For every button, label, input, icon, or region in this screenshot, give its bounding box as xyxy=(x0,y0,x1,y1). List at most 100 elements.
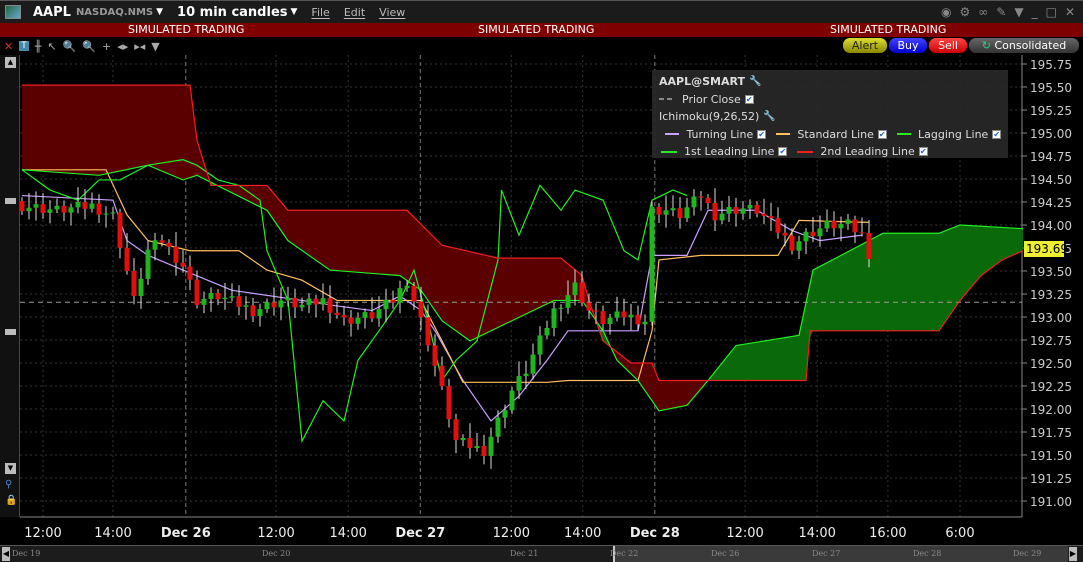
turning-line-checkbox[interactable]: ✔ xyxy=(757,129,766,139)
expand-icon[interactable]: ◂▸ xyxy=(117,40,128,53)
cloud-segment xyxy=(813,268,817,331)
compress-icon[interactable]: ▸◂ xyxy=(134,40,145,53)
cloud-segment xyxy=(32,85,36,171)
vertical-scrollbar[interactable]: ▲ ▼ ⚲ 🔒 xyxy=(0,55,20,517)
consolidated-button[interactable]: ↻ Consolidated xyxy=(969,38,1079,53)
scroll-up-icon[interactable]: ▲ xyxy=(5,57,16,68)
scroll-thumb[interactable] xyxy=(5,198,16,204)
candle-body xyxy=(453,419,459,441)
minimize-icon[interactable]: _ xyxy=(1032,5,1038,19)
candle-body xyxy=(19,201,25,212)
menu-file[interactable]: File xyxy=(311,6,329,19)
buy-button[interactable]: Buy xyxy=(889,38,927,53)
y-tick-label: 193.25 xyxy=(1030,288,1072,302)
text-tool-icon[interactable]: T xyxy=(19,41,29,51)
leading1-checkbox[interactable]: ✔ xyxy=(778,147,788,157)
search-icon[interactable]: ◉ xyxy=(941,5,951,19)
x-tick-label: 6:00 xyxy=(945,526,974,541)
pin-icon[interactable]: ⚲ xyxy=(5,479,12,490)
wrench-icon[interactable]: 🔧 xyxy=(763,108,775,126)
scroll-thumb-lower[interactable] xyxy=(5,329,16,335)
x-tick-label: 12:00 xyxy=(726,526,763,541)
symbol-dropdown-icon[interactable]: ▼ xyxy=(156,7,163,17)
cloud-segment xyxy=(407,210,411,283)
delete-icon[interactable]: ✕ xyxy=(4,40,13,53)
scroll-down-icon[interactable]: ▼ xyxy=(5,463,16,474)
cloud-segment xyxy=(519,258,523,318)
prior-close-checkbox[interactable]: ✔ xyxy=(744,94,754,104)
candle-body xyxy=(502,410,508,418)
simulated-trading-banner: SIMULATED TRADING SIMULATED TRADING SIMU… xyxy=(0,23,1083,37)
candle-body xyxy=(376,309,382,319)
cloud-segment xyxy=(515,258,519,319)
candle-body xyxy=(558,307,564,309)
symbol-label[interactable]: AAPL xyxy=(33,5,71,20)
pin-icon[interactable]: ✎ xyxy=(996,5,1006,19)
cloud-segment xyxy=(540,258,544,308)
x-tick-label: 12:00 xyxy=(24,526,61,541)
candle-body xyxy=(348,317,354,324)
zoom-in-icon[interactable]: 🔍 xyxy=(63,40,77,53)
cloud-segment xyxy=(879,233,883,331)
cloud-segment xyxy=(442,245,446,324)
exchange-label[interactable]: NASDAQ.NMS xyxy=(76,7,153,18)
candle-body xyxy=(838,223,844,229)
cloud-segment xyxy=(386,210,390,275)
nav-left-icon[interactable]: ◀ xyxy=(2,547,10,561)
dropdown-icon[interactable]: ▼ xyxy=(1014,5,1023,19)
y-tick-label: 194.75 xyxy=(1030,150,1072,164)
cloud-segment xyxy=(830,259,834,331)
lagging-line-checkbox[interactable]: ✔ xyxy=(992,129,1002,139)
cloud-segment xyxy=(851,248,855,331)
cloud-segment xyxy=(466,250,470,341)
cursor-icon[interactable]: ↖ xyxy=(47,40,56,53)
candle-body xyxy=(551,308,557,328)
candle-body xyxy=(432,345,438,366)
nav-date: Dec 19 xyxy=(12,549,41,558)
menu-view[interactable]: View xyxy=(379,6,405,19)
link-icon[interactable]: ∞ xyxy=(978,5,988,19)
nav-date: Dec 29 xyxy=(1013,549,1042,558)
sell-button[interactable]: Sell xyxy=(929,38,967,53)
cloud-segment xyxy=(746,343,750,381)
cloud-segment xyxy=(29,85,33,171)
candle-body xyxy=(145,249,151,279)
bars-icon[interactable]: ╫ xyxy=(35,40,42,53)
alert-button[interactable]: Alert xyxy=(843,38,887,53)
cloud-segment xyxy=(673,380,677,409)
nav-date: Dec 27 xyxy=(812,549,841,558)
leading2-checkbox[interactable]: ✔ xyxy=(918,147,928,157)
interval-selector[interactable]: 10 min candles xyxy=(177,5,287,20)
candle-body xyxy=(201,298,207,305)
interval-dropdown-icon[interactable]: ▼ xyxy=(291,7,298,17)
nav-right-icon[interactable]: ▶ xyxy=(1069,547,1077,561)
toolbar-dropdown-icon[interactable]: ▼ xyxy=(151,40,159,53)
cloud-segment xyxy=(351,210,355,273)
wrench-icon[interactable]: 🔧 xyxy=(749,73,761,91)
cloud-segment xyxy=(491,256,495,331)
candle-body xyxy=(264,302,270,310)
lock-icon[interactable]: 🔒 xyxy=(5,495,17,506)
cloud-segment xyxy=(526,258,530,314)
cloud-segment xyxy=(60,85,64,173)
zoom-out-icon[interactable]: 🔍 xyxy=(82,40,96,53)
x-tick-label: Dec 28 xyxy=(630,526,680,541)
navigator-selection[interactable] xyxy=(613,546,1068,562)
cloud-segment xyxy=(148,85,152,167)
cloud-segment xyxy=(890,233,894,331)
cloud-segment xyxy=(323,210,327,268)
crosshair-icon[interactable]: + xyxy=(102,40,111,53)
gear-icon[interactable]: ⚙ xyxy=(960,5,971,19)
cloud-segment xyxy=(288,210,292,244)
close-icon[interactable]: ✕ xyxy=(1065,5,1075,19)
cloud-segment xyxy=(1019,228,1023,253)
standard-line-checkbox[interactable]: ✔ xyxy=(877,129,887,139)
cloud-segment xyxy=(361,210,365,273)
candle-body xyxy=(341,315,347,318)
candle-body xyxy=(397,288,403,303)
maximize-icon[interactable]: □ xyxy=(1046,5,1057,19)
cloud-segment xyxy=(676,380,680,408)
cloud-segment xyxy=(95,85,99,176)
time-navigator[interactable]: ◀ Dec 19 Dec 20 Dec 21 Dec 22 Dec 26 Dec… xyxy=(0,545,1083,562)
menu-edit[interactable]: Edit xyxy=(344,6,365,19)
